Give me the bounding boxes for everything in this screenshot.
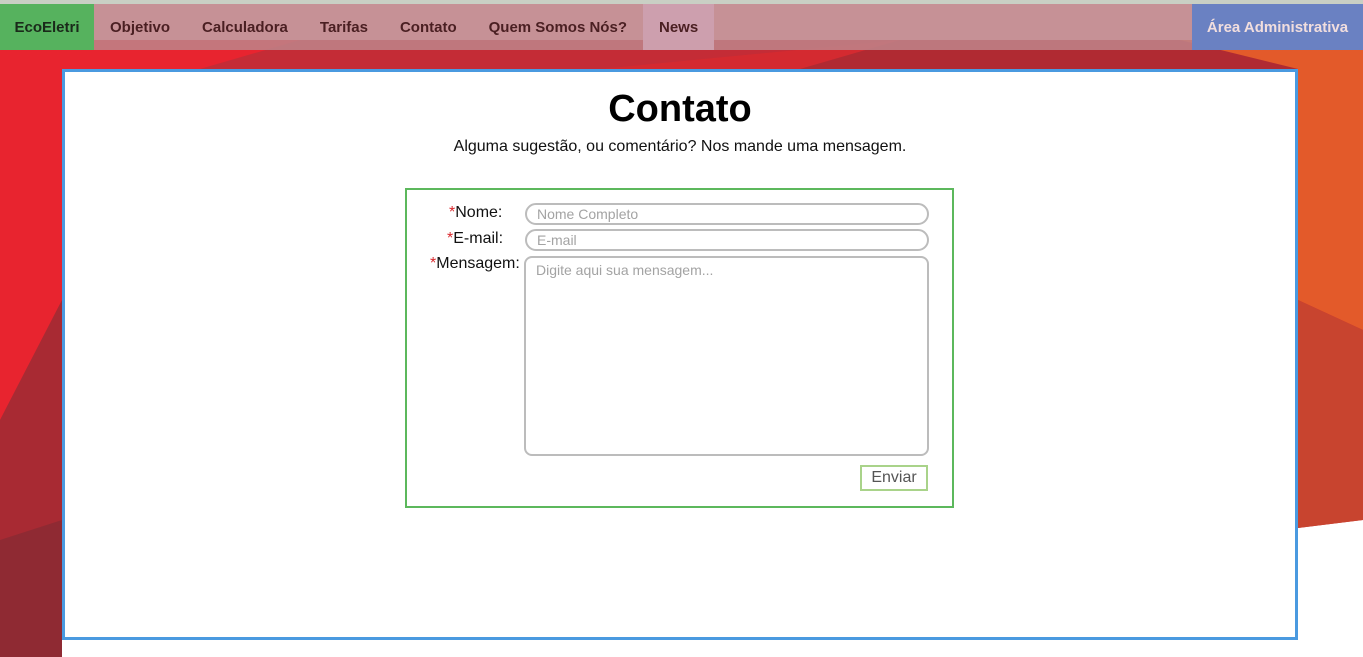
- submit-button[interactable]: Enviar: [860, 465, 928, 491]
- email-label: *E-mail:: [447, 230, 503, 248]
- message-textarea[interactable]: [524, 256, 929, 456]
- contact-panel: Contato Alguma sugestão, ou comentário? …: [62, 69, 1298, 640]
- admin-area-link[interactable]: Área Administrativa: [1192, 4, 1363, 50]
- page-title: Contato: [608, 88, 752, 130]
- contact-form: *Nome: *E-mail: *Mensagem: Enviar: [405, 188, 954, 508]
- nav-item-calculadora[interactable]: Calculadora: [186, 4, 304, 50]
- message-label: *Mensagem:: [430, 255, 520, 273]
- name-label-text: Nome:: [455, 204, 503, 221]
- page-subtitle: Alguma sugestão, ou comentário? Nos mand…: [453, 138, 907, 155]
- top-navbar: EcoEletri Objetivo Calculadora Tarifas C…: [0, 4, 1363, 50]
- nav-item-contato[interactable]: Contato: [384, 4, 473, 50]
- nav-item-tarifas[interactable]: Tarifas: [304, 4, 384, 50]
- email-input[interactable]: [525, 229, 929, 251]
- nav-item-news[interactable]: News: [642, 4, 715, 50]
- nav-item-objetivo[interactable]: Objetivo: [94, 4, 186, 50]
- nav-item-quem-somos[interactable]: Quem Somos Nós?: [473, 4, 643, 50]
- name-input[interactable]: [525, 203, 929, 225]
- brand-link[interactable]: EcoEletri: [0, 4, 94, 50]
- name-label: *Nome:: [449, 204, 502, 222]
- message-label-text: Mensagem:: [436, 255, 520, 272]
- email-label-text: E-mail:: [453, 230, 504, 247]
